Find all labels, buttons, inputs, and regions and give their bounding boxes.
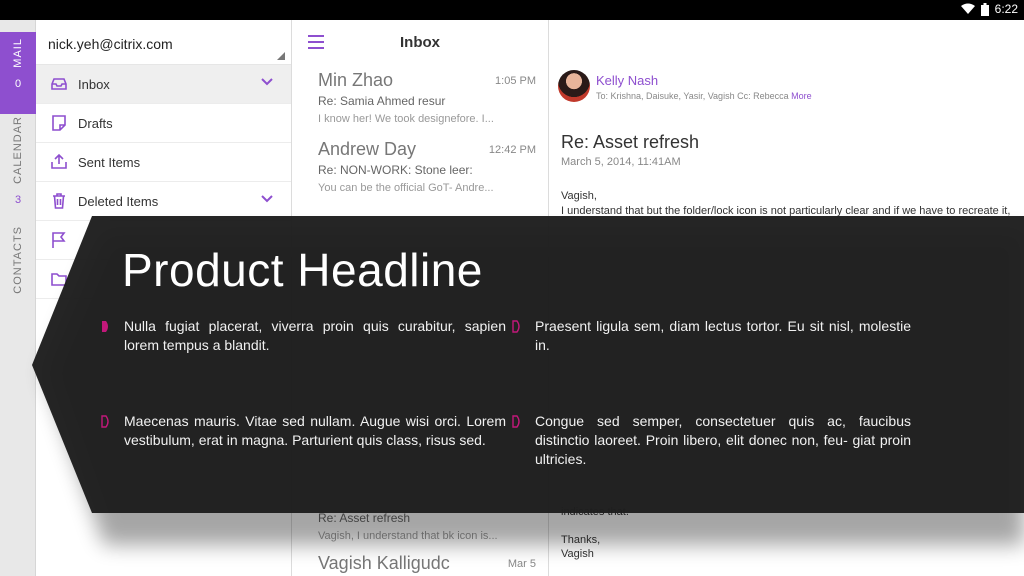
dropdown-corner-icon [277, 52, 285, 60]
folder-item-deleted-items[interactable]: Deleted Items [36, 182, 291, 221]
message-item[interactable]: Re: Asset refresh Vagish, I understand t… [318, 511, 536, 542]
message-list: Inbox Min Zhao 1:05 PM Re: Samia Ahmed r… [292, 20, 549, 576]
reader-subject: Re: Asset refresh [561, 132, 700, 152]
message-item[interactable]: Andrew Day 12:42 PM Re: NON-WORK: Stone … [318, 139, 536, 194]
app-rail: MAIL 0 CALENDAR 3 CONTACTS [0, 20, 36, 576]
status-bar: 6:22 [0, 0, 1024, 20]
rail-tab-mail-label: MAIL [12, 38, 24, 68]
reader-recipients: To: Krishna, Daisuke, Yasir, Vagish Cc: … [596, 91, 812, 101]
wifi-icon [960, 3, 975, 15]
flag-icon [52, 232, 66, 248]
list-title: Inbox [400, 34, 440, 51]
sent-items-icon [51, 153, 67, 169]
folder-item-inbox[interactable]: Inbox [36, 65, 291, 104]
folder-pane: nick.yeh@citrix.com Inbox Drafts Sent It… [36, 20, 292, 576]
reader-sender[interactable]: Kelly Nash [596, 73, 658, 88]
folder-item-label: Sent Items [78, 154, 141, 170]
chevron-down-icon[interactable] [261, 78, 273, 86]
account-switcher[interactable]: nick.yeh@citrix.com [36, 20, 291, 65]
body-thanks: Thanks, [561, 534, 601, 546]
body-line: I understand that but the folder/lock ic… [561, 205, 1011, 217]
message-time: 12:42 PM [488, 144, 536, 156]
battery-icon [980, 2, 989, 16]
rail-tab-mail[interactable]: MAIL 0 [0, 32, 36, 114]
folder-icon [51, 273, 67, 286]
more-recipients-link[interactable]: More [791, 91, 812, 101]
message-subject: Re: Samia Ahmed resur [318, 94, 446, 108]
message-item[interactable]: Vagish Kalligudc Mar 5 [318, 553, 536, 574]
hamburger-menu-icon[interactable] [308, 35, 324, 49]
folder-item-drafts[interactable]: Drafts [36, 104, 291, 143]
reading-pane: Kelly Nash To: Krishna, Daisuke, Yasir, … [549, 20, 1024, 576]
rail-tab-contacts[interactable]: CONTACTS [0, 226, 36, 306]
folder-item-flagged[interactable] [36, 221, 291, 260]
inbox-icon [51, 78, 67, 90]
message-preview: You can be the official GoT- Andre... [318, 182, 494, 194]
reader-date: March 5, 2014, 11:41AM [561, 156, 681, 168]
folder-item-label: Inbox [78, 76, 110, 92]
body-signature: Vagish [561, 548, 594, 560]
rail-tab-contacts-label: CONTACTS [12, 226, 24, 294]
chevron-down-icon[interactable] [261, 195, 273, 203]
clock: 6:22 [994, 2, 1018, 16]
avatar [558, 70, 590, 102]
account-email: nick.yeh@citrix.com [48, 36, 173, 52]
rail-tab-mail-count: 0 [14, 77, 22, 90]
body-greeting: Vagish, [561, 190, 597, 202]
message-subject: Re: NON-WORK: Stone leer: [318, 163, 473, 177]
list-header: Inbox [292, 20, 548, 65]
message-subject: Re: Asset refresh [318, 511, 411, 525]
trash-icon [53, 193, 65, 209]
folder-item-junk[interactable] [36, 260, 291, 299]
drafts-icon [52, 115, 66, 131]
recipients-text: To: Krishna, Daisuke, Yasir, Vagish Cc: … [596, 91, 789, 101]
rail-tab-calendar-count: 3 [14, 193, 22, 206]
body-line: indicates that. [561, 506, 629, 518]
rail-tab-calendar[interactable]: CALENDAR 3 [0, 116, 36, 220]
folder-item-label: Deleted Items [78, 193, 159, 209]
folder-item-label: Drafts [78, 115, 113, 131]
folder-item-sent-items[interactable]: Sent Items [36, 143, 291, 182]
message-sender: Vagish Kalligudc [318, 553, 450, 573]
rail-tab-calendar-label: CALENDAR [12, 116, 24, 184]
message-preview: Vagish, I understand that bk icon is... [318, 530, 498, 542]
message-time: 1:05 PM [495, 75, 536, 87]
message-item[interactable]: Min Zhao 1:05 PM Re: Samia Ahmed resur I… [318, 70, 536, 125]
message-time: Mar 5 [507, 558, 536, 570]
message-preview: I know her! We took designefore. I... [318, 113, 494, 125]
